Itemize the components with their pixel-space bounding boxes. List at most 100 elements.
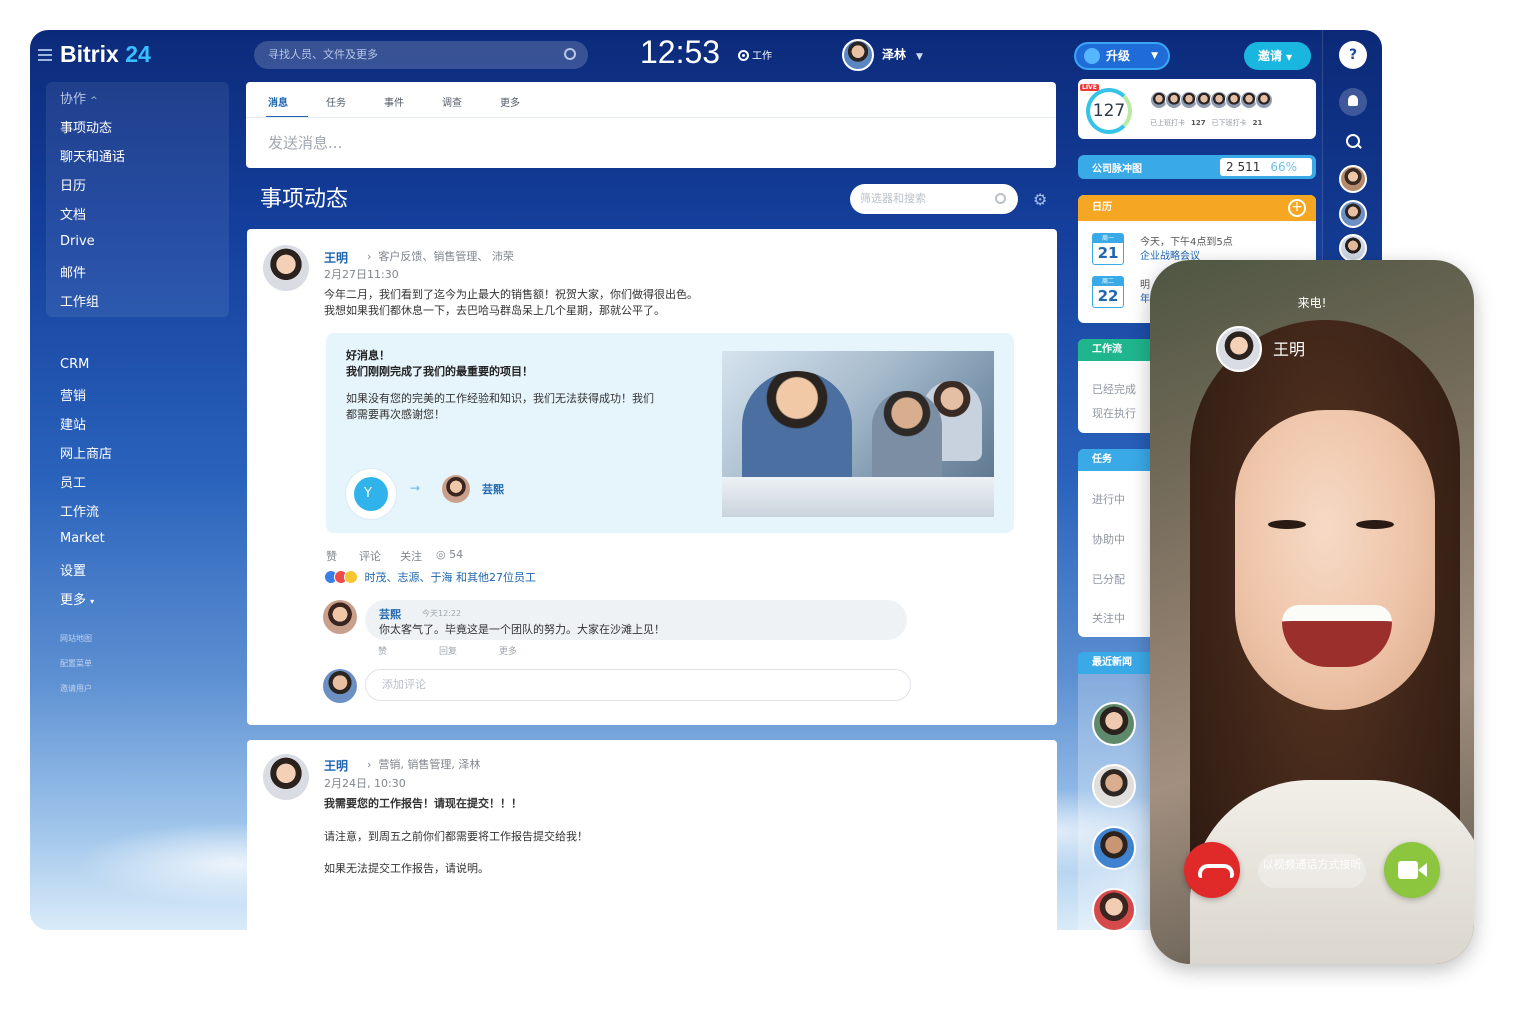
comment-button[interactable]: 评论	[359, 548, 381, 564]
tasks-following[interactable]: 关注中	[1092, 610, 1125, 626]
attendance-stats: 已上班打卡 127 已下班打卡 21	[1150, 119, 1263, 127]
avatar	[842, 39, 874, 71]
configure-menu-link[interactable]: 配置菜单	[60, 658, 92, 669]
add-event-icon[interactable]: +	[1288, 199, 1306, 217]
post-author[interactable]: 王明	[324, 757, 348, 774]
card-body-line: 都需要再次感谢您！	[346, 408, 445, 421]
sidebar-item-mail[interactable]: 邮件	[60, 262, 86, 281]
appreciation-card: 好消息！ 我们刚刚完成了我们的最重要的项目！ 如果没有您的完美的工作经验和知识，…	[326, 333, 1014, 533]
app-logo[interactable]: Bitrix 24	[60, 41, 151, 68]
sidebar-item-workgroups[interactable]: 工作组	[60, 291, 99, 310]
eye-icon: ◎	[436, 548, 446, 561]
chevron-right-icon: ›	[367, 758, 372, 771]
news-avatar[interactable]	[1092, 826, 1136, 870]
chevron-right-icon: ›	[367, 250, 372, 263]
tab-event[interactable]: 事件	[384, 94, 404, 109]
workflow-running[interactable]: 现在执行	[1092, 405, 1136, 421]
invite-button[interactable]: 邀请 ▼	[1244, 42, 1311, 70]
follow-button[interactable]: 关注	[400, 548, 422, 564]
company-pulse-widget[interactable]: 公司脉冲图 2 511 66%	[1078, 155, 1316, 179]
user-menu[interactable]: 泽林 ▼	[842, 39, 923, 71]
message-input[interactable]: 发送消息...	[268, 132, 342, 153]
post-destinations: › 营销, 销售管理, 泽林	[367, 758, 481, 771]
answer-video-button[interactable]: 以视频通话方式接听	[1258, 854, 1366, 888]
comment-reply-button[interactable]: 回复	[439, 644, 457, 657]
upgrade-button[interactable]: 升级 ▼	[1074, 42, 1170, 70]
search-icon	[564, 48, 576, 60]
attendance-count: 127	[1086, 88, 1132, 134]
commenter-avatar[interactable]	[323, 600, 357, 634]
clock: 12:53	[640, 34, 721, 70]
comment-text: 你太客气了。毕竟这是一个团队的努力。大家在沙滩上见！	[379, 623, 665, 636]
comment-author[interactable]: 芸熙	[379, 606, 401, 622]
contact-avatar[interactable]	[1339, 165, 1367, 193]
menu-burger-icon[interactable]	[38, 49, 52, 64]
author-avatar[interactable]	[263, 754, 309, 800]
notifications-icon[interactable]	[1339, 88, 1367, 116]
filter-search-input[interactable]: 筛选器和搜索	[850, 184, 1018, 214]
recipient-avatar[interactable]	[442, 475, 470, 503]
sidebar-item-employees[interactable]: 员工	[60, 472, 86, 491]
sidebar-item-settings[interactable]: 设置	[60, 560, 86, 579]
sidebar-group-toggle[interactable]: 协作 ^	[60, 88, 98, 107]
tab-task[interactable]: 任务	[326, 94, 346, 109]
news-avatar[interactable]	[1092, 702, 1136, 746]
tab-message[interactable]: 消息	[268, 94, 288, 109]
post-text-line: 我想如果我们都休息一下，去巴哈马群岛呆上几个星期，那就公平了。	[324, 304, 665, 317]
news-avatar[interactable]	[1092, 764, 1136, 808]
tasks-assisting[interactable]: 协助中	[1092, 531, 1125, 547]
add-comment-input[interactable]: 添加评论	[365, 669, 911, 701]
tasks-assigned[interactable]: 已分配	[1092, 571, 1125, 587]
accept-video-call-button[interactable]	[1384, 842, 1440, 898]
post-date: 2月27日11:30	[324, 268, 399, 281]
chevron-down-icon: ▼	[1286, 53, 1293, 62]
like-button[interactable]: 赞	[326, 548, 337, 564]
live-attendance-widget[interactable]: LIVE 127 已上班打卡 127 已下班打卡 21	[1078, 79, 1316, 139]
sidebar-item-feed[interactable]: 事项动态	[60, 117, 112, 136]
comment-more-button[interactable]: 更多	[499, 644, 517, 657]
sitemap-link[interactable]: 网站地图	[60, 633, 92, 644]
sidebar-item-drive[interactable]: Drive	[60, 234, 95, 249]
work-status-button[interactable]: 工作	[738, 47, 772, 62]
likes-summary[interactable]: 时茂、志源、于海 和其他27位员工	[324, 569, 536, 585]
tab-more[interactable]: 更多	[500, 94, 520, 109]
sidebar-item-marketing[interactable]: 营销	[60, 385, 86, 404]
tasks-in-progress[interactable]: 进行中	[1092, 491, 1125, 507]
global-search-input[interactable]: 寻找人员、文件及更多	[254, 41, 588, 69]
tab-poll[interactable]: 调查	[442, 94, 462, 109]
comment-like-button[interactable]: 赞	[378, 644, 387, 657]
post-text-line: 请注意，到周五之前你们都需要将工作报告提交给我！	[324, 830, 588, 843]
invite-users-link[interactable]: 邀请用户	[60, 683, 92, 694]
card-body-line: 如果没有您的完美的工作经验和知识，我们无法获得成功！我们	[346, 392, 654, 405]
caller-avatar	[1216, 326, 1262, 372]
sidebar-item-store[interactable]: 网上商店	[60, 443, 112, 462]
sidebar-item-sites[interactable]: 建站	[60, 414, 86, 433]
pulse-label: 公司脉冲图	[1092, 164, 1142, 175]
comment-time: 今天12:22	[422, 609, 462, 618]
recipient-name[interactable]: 芸熙	[482, 481, 504, 497]
clock-icon	[738, 50, 749, 61]
sidebar-item-docs[interactable]: 文档	[60, 204, 86, 223]
author-avatar[interactable]	[263, 245, 309, 291]
gear-icon[interactable]: ⚙	[1033, 190, 1047, 209]
workflow-completed[interactable]: 已经完成	[1092, 381, 1136, 397]
post-destinations: › 客户反馈、销售管理、 沛荣	[367, 250, 514, 263]
help-icon[interactable]: ?	[1339, 41, 1367, 69]
sidebar-item-calendar[interactable]: 日历	[60, 175, 86, 194]
sidebar-item-workflows[interactable]: 工作流	[60, 501, 99, 520]
sidebar-item-chat[interactable]: 聊天和通话	[60, 146, 125, 165]
post-author[interactable]: 王明	[324, 249, 348, 266]
laugh-reaction-icon	[344, 570, 358, 584]
sidebar-item-crm[interactable]: CRM	[60, 357, 89, 372]
decline-call-button[interactable]	[1184, 842, 1240, 898]
sidebar-item-market[interactable]: Market	[60, 531, 105, 546]
contact-avatar[interactable]	[1339, 200, 1367, 228]
post-headline: 我需要您的工作报告！请现在提交！！！	[324, 797, 522, 810]
post-date: 2月24日, 10:30	[324, 777, 406, 790]
sidebar-item-more[interactable]: 更多 ▾	[60, 589, 94, 608]
news-avatar[interactable]	[1092, 888, 1136, 930]
caller-name: 王明	[1273, 340, 1306, 359]
calendar-event[interactable]: 明年	[1140, 279, 1150, 307]
contact-avatar[interactable]	[1339, 234, 1367, 262]
search-icon[interactable]	[1339, 128, 1367, 156]
